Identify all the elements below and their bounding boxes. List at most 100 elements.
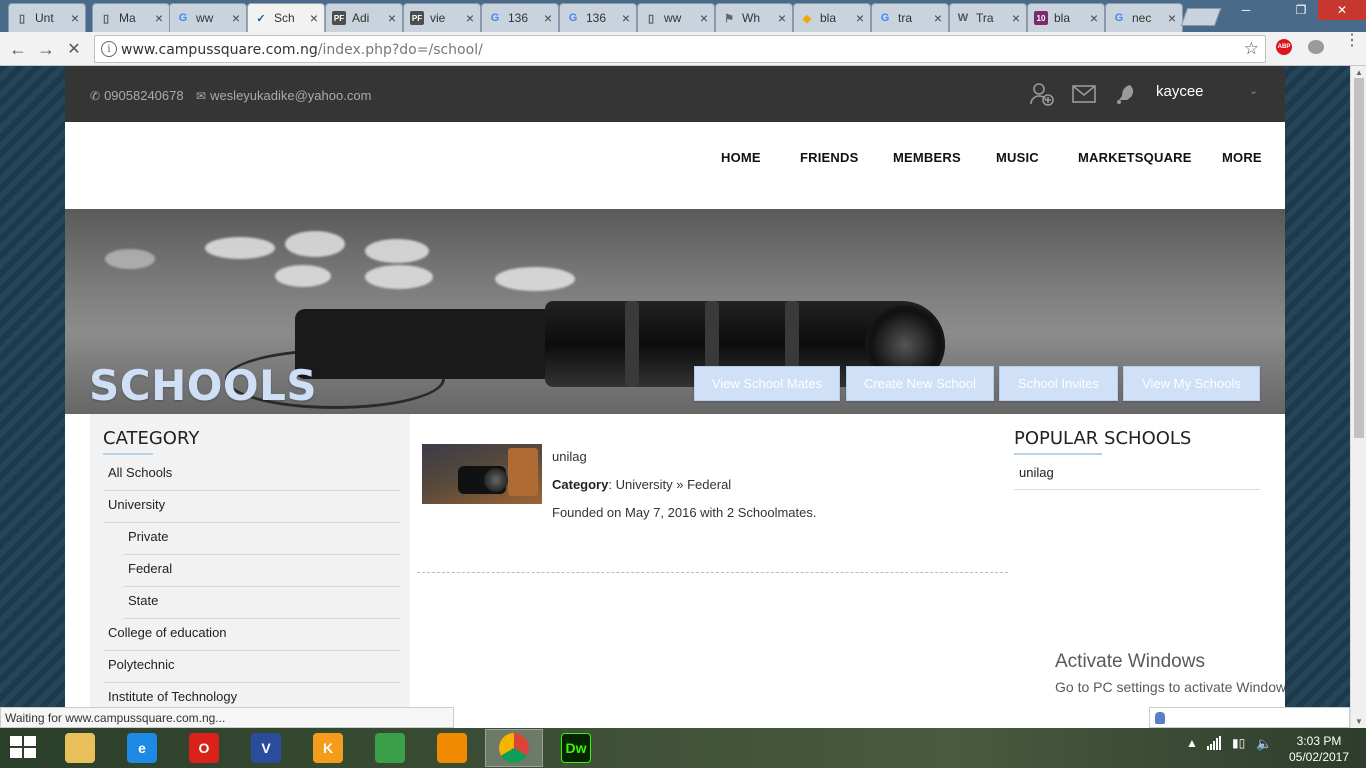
close-tab-icon[interactable]: × bbox=[778, 10, 786, 26]
minimize-button[interactable]: ─ bbox=[1234, 0, 1258, 20]
close-tab-icon[interactable]: × bbox=[1012, 10, 1020, 26]
chat-bar[interactable] bbox=[1149, 707, 1350, 728]
nav-home[interactable]: HOME bbox=[721, 150, 761, 165]
start-tile bbox=[24, 736, 36, 746]
nav-members[interactable]: MEMBERS bbox=[893, 150, 961, 165]
taskbar-app[interactable]: O bbox=[175, 729, 233, 767]
volume-icon[interactable]: 🔈 bbox=[1256, 736, 1272, 752]
username-label[interactable]: kaycee bbox=[1156, 83, 1204, 100]
contact-email[interactable]: ✉ wesleyukadike@yahoo.com bbox=[196, 88, 371, 103]
nav-friends[interactable]: FRIENDS bbox=[800, 150, 858, 165]
add-friend-icon[interactable] bbox=[1030, 80, 1054, 108]
category-item[interactable]: College of education bbox=[103, 619, 400, 651]
browser-tab[interactable]: Gtra × bbox=[871, 3, 949, 32]
forward-button[interactable]: → bbox=[34, 37, 58, 61]
browser-tab[interactable]: 10 bla × bbox=[1027, 3, 1105, 32]
close-window-button[interactable]: ✕ bbox=[1318, 0, 1366, 20]
taskbar-app[interactable] bbox=[51, 729, 109, 767]
browser-status-bar: Waiting for www.campussquare.com.ng... bbox=[0, 707, 454, 728]
category-item[interactable]: Private bbox=[123, 523, 400, 555]
stop-loading-button[interactable]: ✕ bbox=[62, 37, 86, 61]
browser-tab[interactable]: G 136 × bbox=[559, 3, 637, 32]
category-item[interactable]: University bbox=[103, 491, 400, 523]
google-icon: G bbox=[880, 12, 890, 24]
scrollbar-thumb[interactable] bbox=[1354, 78, 1364, 438]
close-tab-icon[interactable]: × bbox=[1168, 10, 1176, 26]
taskbar-app[interactable] bbox=[361, 729, 419, 767]
address-bar[interactable]: i www.campussquare.com.ng/index.php?do=/… bbox=[94, 35, 1266, 63]
new-tab-button[interactable] bbox=[1180, 8, 1222, 26]
category-value-link[interactable]: University » Federal bbox=[616, 477, 732, 492]
school-thumbnail[interactable] bbox=[422, 444, 542, 504]
taskbar-app[interactable]: K bbox=[299, 729, 357, 767]
taskbar-app[interactable] bbox=[423, 729, 481, 767]
browser-menu-icon[interactable]: ⋮ bbox=[1344, 33, 1360, 49]
close-tab-icon[interactable]: × bbox=[934, 10, 942, 26]
chevron-down-icon[interactable]: ⌄ bbox=[1249, 84, 1258, 97]
tab-title: bla bbox=[1054, 11, 1071, 25]
scroll-up-icon[interactable]: ▲ bbox=[1355, 68, 1363, 77]
browser-tab[interactable]: ✓ Sch × bbox=[247, 3, 325, 32]
nav-marketsquare[interactable]: MARKETSQUARE bbox=[1078, 150, 1192, 165]
browser-tab[interactable]: ⚑ Wh × bbox=[715, 3, 793, 32]
view-school-mates-button[interactable]: View School Mates bbox=[694, 366, 840, 401]
create-new-school-button[interactable]: Create New School bbox=[846, 366, 994, 401]
close-tab-icon[interactable]: × bbox=[544, 10, 552, 26]
address-url[interactable]: www.campussquare.com.ng/index.php?do=/sc… bbox=[121, 42, 483, 58]
close-tab-icon[interactable]: × bbox=[71, 10, 79, 26]
browser-tab[interactable]: PF Adi × bbox=[325, 3, 403, 32]
taskbar-app[interactable]: V bbox=[237, 729, 295, 767]
info-icon[interactable]: i bbox=[101, 41, 117, 57]
nav-music[interactable]: MUSIC bbox=[996, 150, 1039, 165]
browser-tab[interactable]: ▯ Ma × bbox=[92, 3, 170, 32]
bookmark-star-icon[interactable]: ☆ bbox=[1244, 39, 1259, 59]
category-item[interactable]: All Schools bbox=[103, 459, 400, 491]
close-tab-icon[interactable]: × bbox=[310, 10, 318, 26]
close-tab-icon[interactable]: × bbox=[155, 10, 163, 26]
maximize-button[interactable]: ❐ bbox=[1286, 0, 1316, 20]
category-item[interactable]: State bbox=[123, 587, 400, 619]
close-tab-icon[interactable]: × bbox=[466, 10, 474, 26]
browser-tab[interactable]: ▯ Unt × bbox=[8, 3, 86, 32]
notifications-bell-icon[interactable] bbox=[1115, 80, 1139, 108]
taskbar-app[interactable] bbox=[485, 729, 543, 767]
watermark-subtitle: Go to PC settings to activate Windows. bbox=[1055, 679, 1297, 695]
school-invites-button[interactable]: School Invites bbox=[999, 366, 1118, 401]
adblock-plus-icon[interactable]: ABP bbox=[1276, 39, 1292, 55]
battery-icon[interactable]: ▮▯ bbox=[1232, 736, 1245, 750]
messages-icon[interactable] bbox=[1072, 80, 1096, 108]
scroll-down-icon[interactable]: ▼ bbox=[1355, 717, 1363, 726]
taskbar-app[interactable]: Dw bbox=[547, 729, 605, 767]
page-scrollbar[interactable]: ▲ ▼ bbox=[1350, 66, 1366, 728]
browser-tab[interactable]: PF vie × bbox=[403, 3, 481, 32]
pf-icon: PF bbox=[410, 11, 424, 25]
browser-tab[interactable]: G 136 × bbox=[481, 3, 559, 32]
browser-tab[interactable]: ◆ bla × bbox=[793, 3, 871, 32]
taskbar-app[interactable]: e bbox=[113, 729, 171, 767]
browser-tab[interactable]: W Tra × bbox=[949, 3, 1027, 32]
browser-tab[interactable]: Gnec × bbox=[1105, 3, 1183, 32]
close-tab-icon[interactable]: × bbox=[622, 10, 630, 26]
category-item[interactable]: Federal bbox=[123, 555, 400, 587]
close-tab-icon[interactable]: × bbox=[388, 10, 396, 26]
popular-school-item[interactable]: unilag bbox=[1014, 461, 1260, 490]
close-tab-icon[interactable]: × bbox=[232, 10, 240, 26]
browser-tab[interactable]: ▯ ww × bbox=[637, 3, 715, 32]
network-signal-icon[interactable] bbox=[1207, 736, 1221, 753]
tab-title: 136 bbox=[586, 11, 607, 25]
show-hidden-icons[interactable]: ▲ bbox=[1186, 736, 1198, 750]
system-clock[interactable]: 3:03 PM 05/02/2017 bbox=[1288, 733, 1350, 765]
view-my-schools-button[interactable]: View My Schools bbox=[1123, 366, 1260, 401]
lens-ring bbox=[625, 301, 639, 387]
school-name-link[interactable]: unilag bbox=[552, 449, 587, 464]
windows-start-icon[interactable] bbox=[10, 736, 38, 760]
nav-more[interactable]: MORE bbox=[1222, 150, 1262, 165]
pf-icon: PF bbox=[332, 11, 346, 25]
category-item[interactable]: Polytechnic bbox=[103, 651, 400, 683]
close-tab-icon[interactable]: × bbox=[700, 10, 708, 26]
extension-icon[interactable] bbox=[1308, 40, 1324, 54]
close-tab-icon[interactable]: × bbox=[1090, 10, 1098, 26]
back-button[interactable]: ← bbox=[6, 37, 30, 61]
close-tab-icon[interactable]: × bbox=[856, 10, 864, 26]
browser-tab[interactable]: Gww × bbox=[169, 3, 247, 32]
